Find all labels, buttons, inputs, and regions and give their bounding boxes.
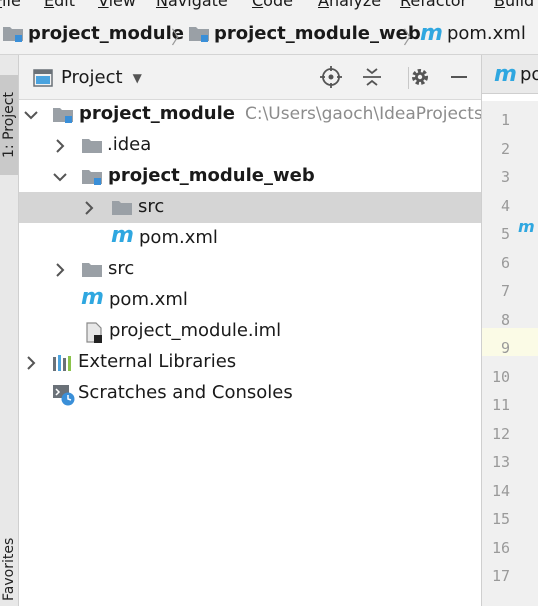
- editor-gutter: m 1 2 3 4 5 6 7 8 9 10 11 12 13 14 15 16 17: [482, 101, 538, 606]
- tree-item-external-libraries[interactable]: External Libraries: [19, 347, 481, 378]
- project-panel-header: Project ▼: [19, 55, 481, 100]
- chevron-down-icon: ▼: [132, 70, 142, 85]
- line-number: 6: [500, 253, 510, 272]
- maven-icon: m: [111, 223, 134, 248]
- tab-favorites[interactable]: Favorites: [0, 533, 18, 606]
- line-number: 11: [491, 396, 510, 414]
- breadcrumb-item-pom-xml[interactable]: m pom.xml: [420, 20, 526, 46]
- chevron-down-icon: [24, 111, 38, 120]
- module-folder-icon: [189, 26, 209, 42]
- folder-icon: [82, 139, 102, 153]
- tree-item-scratches[interactable]: Scratches and Consoles: [19, 378, 481, 409]
- project-view-icon: [33, 68, 53, 87]
- line-number: 17: [491, 567, 510, 585]
- line-number: 3: [500, 168, 510, 186]
- chevron-right-icon: [56, 263, 65, 277]
- menu-bar: File Edit View Navigate Code Analyze Ref…: [0, 0, 538, 14]
- module-folder-icon: [53, 108, 73, 123]
- line-number: 8: [500, 310, 510, 329]
- line-number: 12: [491, 424, 510, 443]
- module-folder-icon: [3, 26, 23, 42]
- tree-item-idea[interactable]: .idea: [19, 130, 481, 161]
- menu-code[interactable]: Code: [252, 0, 293, 9]
- maven-icon: m: [420, 20, 443, 46]
- breadcrumb: project_module 〉 project_module_web 〉 m …: [0, 16, 538, 55]
- line-number: 14: [491, 481, 510, 500]
- tree-item-iml[interactable]: project_module.iml: [19, 316, 481, 347]
- editor-area: m pom.xml m 1234567891011121314151617: [481, 55, 538, 606]
- menu-analyze[interactable]: Analyze: [318, 0, 381, 9]
- hide-panel-button[interactable]: [447, 65, 471, 89]
- maven-icon: m: [494, 61, 517, 87]
- breadcrumb-item-project-module-web[interactable]: project_module_web: [188, 23, 421, 44]
- menu-edit[interactable]: Edit: [44, 0, 75, 9]
- collapse-all-button[interactable]: [360, 65, 384, 89]
- tree-item-web-pom[interactable]: m pom.xml: [19, 223, 481, 254]
- line-number: 1: [500, 111, 510, 129]
- tree-item-src[interactable]: src: [19, 254, 481, 285]
- locate-file-button[interactable]: [319, 65, 343, 89]
- libraries-icon: [53, 355, 71, 371]
- locate-icon: [320, 66, 342, 88]
- line-number: 5: [500, 225, 510, 243]
- project-view-selector[interactable]: Project ▼: [33, 67, 142, 88]
- line-number: 4: [500, 196, 510, 215]
- project-panel: Project ▼ project_module C:\Users\gaoch\…: [19, 55, 499, 606]
- tree-label-project-module: project_module: [79, 103, 235, 124]
- line-number: 7: [500, 282, 510, 300]
- editor-tab-pom-xml[interactable]: m pom.xml: [482, 55, 538, 94]
- settings-button[interactable]: [408, 65, 432, 89]
- line-number: 9: [500, 339, 510, 357]
- menu-view[interactable]: View: [98, 0, 136, 9]
- menu-build[interactable]: Build: [494, 0, 534, 9]
- tree-item-web-src[interactable]: src: [19, 192, 481, 223]
- chevron-down-icon: [53, 173, 67, 182]
- tree-item-pom[interactable]: m pom.xml: [19, 285, 481, 316]
- tree-item-project-module[interactable]: project_module C:\Users\gaoch\IdeaProject…: [19, 99, 499, 130]
- menu-refactor[interactable]: Refactor: [400, 0, 467, 9]
- folder-icon: [112, 201, 132, 215]
- tab-project[interactable]: 1: Project: [0, 75, 18, 175]
- chevron-right-icon: [56, 139, 65, 153]
- minimize-icon: [451, 76, 467, 78]
- iml-file-icon: [86, 322, 102, 343]
- line-number: 15: [491, 510, 510, 528]
- chevron-right-icon: 〉: [171, 28, 189, 49]
- line-number: 16: [491, 538, 510, 557]
- left-tool-strip: 1: Project Favorites: [0, 55, 19, 606]
- tree-item-project-module-web[interactable]: project_module_web: [19, 161, 481, 192]
- line-number: 2: [500, 139, 510, 158]
- menu-file[interactable]: File: [0, 0, 21, 9]
- chevron-right-icon: 〉: [403, 28, 421, 49]
- collapse-all-icon: [363, 68, 381, 86]
- maven-icon: m: [81, 285, 104, 310]
- folder-icon: [82, 263, 102, 277]
- chevron-right-icon: [27, 356, 36, 370]
- breadcrumb-item-project-module[interactable]: project_module: [2, 23, 184, 44]
- gear-icon: [412, 69, 428, 85]
- project-path: C:\Users\gaoch\IdeaProjects\p: [244, 104, 500, 124]
- line-number: 13: [491, 453, 510, 471]
- chevron-right-icon: [85, 201, 94, 215]
- scratches-icon: [53, 385, 75, 406]
- menu-navigate[interactable]: Navigate: [156, 0, 228, 9]
- maven-gutter-icon[interactable]: m: [518, 217, 535, 236]
- line-number: 10: [491, 367, 510, 386]
- module-folder-icon: [82, 170, 102, 185]
